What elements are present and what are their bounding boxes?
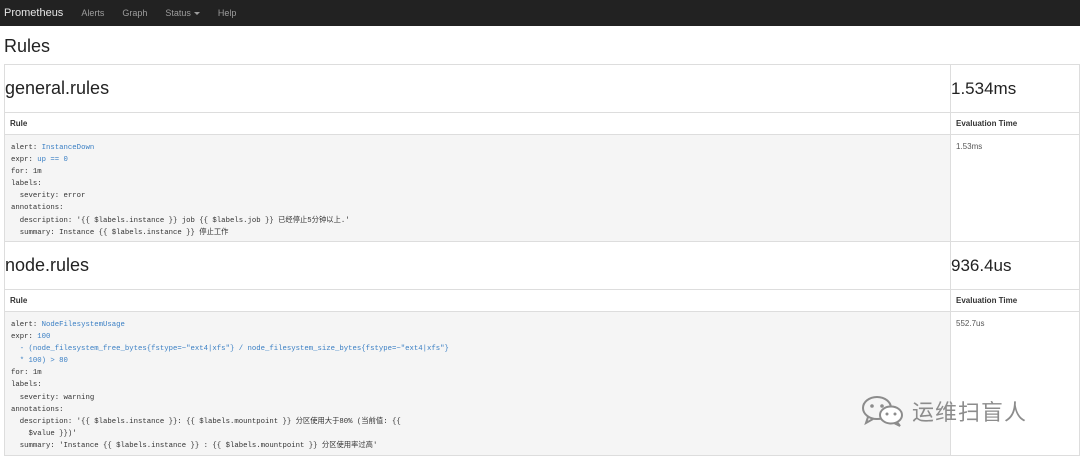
rule-line: alert: InstanceDown: [11, 144, 95, 152]
rule-cell: alert: NodeFilesystemUsage expr: 100 - (…: [4, 311, 951, 456]
rule-line: labels:: [11, 180, 42, 189]
rule-expression: up == 0: [37, 156, 68, 165]
nav-help[interactable]: Help: [218, 8, 237, 18]
column-header-row: Rule Evaluation Time: [4, 112, 1080, 135]
rule-expression: 100: [37, 333, 51, 342]
rule-line: description: '{{ $labels.instance }} job…: [11, 216, 350, 225]
navbar: Prometheus Alerts Graph Status Help: [0, 0, 1080, 26]
rule-line: summary: 'Instance {{ $labels.instance }…: [11, 441, 378, 450]
rule-line: $value }})': [11, 429, 77, 438]
rule-cell: alert: InstanceDown expr: up == 0 for: 1…: [4, 134, 951, 242]
group-header-row: general.rules 1.534ms: [4, 64, 1080, 113]
table-row: alert: NodeFilesystemUsage expr: 100 - (…: [4, 311, 1080, 456]
group-name: general.rules: [4, 64, 951, 113]
group-eval-time: 936.4us: [950, 241, 1080, 290]
table-row: alert: InstanceDown expr: up == 0 for: 1…: [4, 134, 1080, 242]
rule-line: expr: 100: [11, 333, 51, 342]
rule-line: for: 1m: [11, 168, 42, 177]
rule-line: alert: NodeFilesystemUsage: [11, 321, 125, 329]
page-title: Rules: [4, 36, 51, 56]
group-eval-time: 1.534ms: [950, 64, 1080, 113]
rule-expression: NodeFilesystemUsage: [41, 321, 125, 329]
column-header-eval: Evaluation Time: [950, 112, 1080, 135]
nav-status-label: Status: [165, 8, 191, 18]
rule-line: severity: error: [11, 192, 86, 201]
watermark-text: 运维扫盲人: [912, 400, 1028, 425]
rule-expression: * 100) > 80: [11, 357, 68, 366]
rule-line: expr: up == 0: [11, 156, 68, 165]
nav-alerts[interactable]: Alerts: [81, 8, 104, 18]
group-name: node.rules: [4, 241, 951, 290]
watermark: 运维扫盲人: [860, 394, 1027, 428]
caret-down-icon: [193, 11, 200, 15]
rule-line: * 100) > 80: [11, 357, 68, 365]
nav-status-dropdown[interactable]: Status: [165, 8, 200, 18]
column-header-rule: Rule: [4, 289, 951, 312]
wechat-icon: [862, 396, 903, 427]
rule-definition: alert: NodeFilesystemUsage expr: 100 - (…: [5, 312, 950, 452]
column-header-eval: Evaluation Time: [950, 289, 1080, 312]
rule-expression: InstanceDown: [41, 144, 95, 152]
nav-graph[interactable]: Graph: [122, 8, 147, 18]
rule-line: - (node_filesystem_free_bytes{fstype=~"e…: [11, 345, 449, 353]
brand-link[interactable]: Prometheus: [4, 7, 63, 19]
rule-eval-time: 1.53ms: [950, 134, 1080, 242]
rule-line: for: 1m: [11, 369, 42, 378]
column-header-rule: Rule: [4, 112, 951, 135]
rule-line: labels:: [11, 381, 42, 390]
rule-eval-time: 552.7us: [950, 311, 1080, 456]
rule-line: annotations:: [11, 405, 64, 414]
rule-line: summary: Instance {{ $labels.instance }}…: [11, 228, 229, 237]
rule-line: description: '{{ $labels.instance }}: {{…: [11, 417, 401, 426]
rule-line: annotations:: [11, 204, 64, 213]
group-header-row: node.rules 936.4us: [4, 241, 1080, 290]
rule-expression: - (node_filesystem_free_bytes{fstype=~"e…: [11, 345, 449, 354]
column-header-row: Rule Evaluation Time: [4, 289, 1080, 312]
rule-definition: alert: InstanceDown expr: up == 0 for: 1…: [5, 135, 950, 239]
rule-line: severity: warning: [11, 393, 95, 402]
